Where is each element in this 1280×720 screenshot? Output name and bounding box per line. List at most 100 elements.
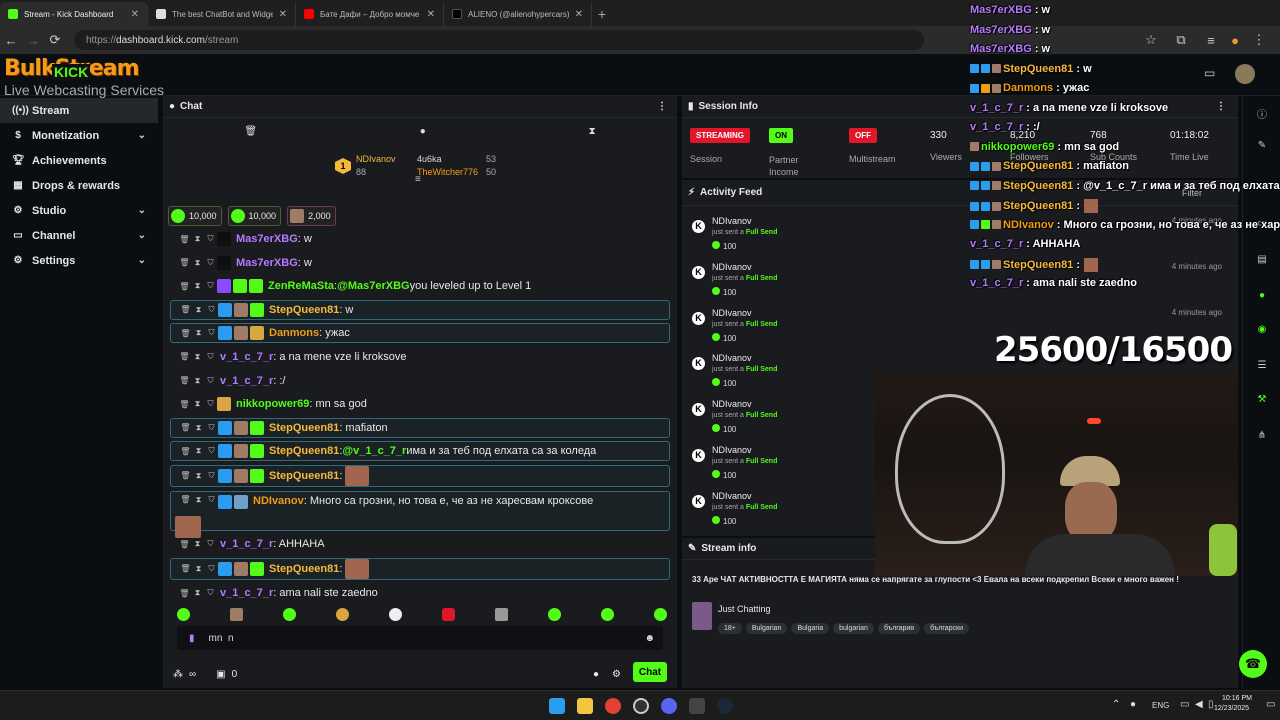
broadcast-icon[interactable]: ◉	[1255, 324, 1269, 338]
chat-username[interactable]: v_1_c_7_r	[220, 587, 273, 599]
list-icon[interactable]: ☰	[1255, 360, 1269, 374]
sidebar-item-channel[interactable]: ▭ Channel ⌄	[0, 223, 158, 248]
chrome-icon[interactable]	[605, 698, 621, 714]
notes-icon[interactable]: ▤	[1255, 254, 1269, 268]
chat-message[interactable]: 🗑︎ ⧗ ⛉ StepQueen81: mafiaton	[170, 417, 670, 438]
activity-user[interactable]: NDIvanov	[712, 308, 752, 318]
activity-user[interactable]: NDIvanov	[712, 216, 752, 226]
chat-username[interactable]: StepQueen81	[269, 563, 339, 575]
delete-message-icon[interactable]: 🗑︎	[178, 258, 191, 267]
activity-user[interactable]: NDIvanov	[712, 491, 752, 501]
steam-icon[interactable]	[717, 698, 733, 714]
delete-message-icon[interactable]: 🗑︎	[179, 495, 192, 504]
expand-leaderboard-icon[interactable]: ≡	[415, 174, 421, 185]
chat-message[interactable]: 🗑︎ ⧗ ⛉ StepQueen81: w	[170, 299, 670, 320]
activity-user[interactable]: NDIvanov	[712, 399, 752, 409]
ban-shield-icon[interactable]: ⛉	[205, 495, 218, 505]
timeout-icon[interactable]: ⧗	[192, 471, 205, 481]
trash-icon[interactable]: 🗑︎	[244, 126, 257, 137]
ban-shield-icon[interactable]: ⛉	[204, 588, 217, 598]
hourglass-icon[interactable]: ⧗	[589, 126, 596, 137]
delete-message-icon[interactable]: 🗑︎	[178, 282, 191, 291]
gift-badge[interactable]: 10,000	[168, 206, 222, 226]
timeout-icon[interactable]: ⧗	[191, 281, 204, 291]
gift-badge[interactable]: 10,000	[227, 206, 282, 226]
ban-shield-icon[interactable]: ⛉	[204, 376, 217, 386]
chat-message[interactable]: 🗑︎ ⧗ ⛉ v_1_c_7_r: AHHAHA	[170, 534, 670, 554]
ban-shield-icon[interactable]: ⛉	[205, 446, 218, 456]
delete-message-icon[interactable]: 🗑︎	[179, 447, 192, 456]
terminal-icon[interactable]	[689, 698, 705, 714]
network-icon[interactable]: ▭	[1180, 699, 1189, 710]
timeout-icon[interactable]: ⧗	[191, 258, 204, 268]
chat-message[interactable]: 🗑︎ ⧗ ⛉ nikkopower69: mn sa god	[170, 394, 670, 414]
tray-chevron-icon[interactable]: ⌃	[1112, 699, 1120, 710]
windows-start-icon[interactable]	[549, 698, 565, 714]
tab-tiktok[interactable]: ALIENO (@alienohypercars) | Ti... ✕	[444, 2, 592, 26]
tab-youtube[interactable]: Бате Дафи – Добро момче (Dis... ✕	[296, 2, 444, 26]
chat-username[interactable]: NDIvanov	[253, 495, 304, 507]
language-indicator[interactable]: ENG	[1152, 701, 1169, 710]
tray-app-icon[interactable]: ●	[1130, 699, 1136, 710]
chat-username[interactable]: StepQueen81	[269, 422, 339, 434]
chat-message[interactable]: 🗑︎ ⧗ ⛉ NDIvanov: Много са грозни, но това е…	[170, 490, 670, 538]
volume-icon[interactable]: ◀︎	[1195, 699, 1203, 710]
sidebar-item-stream[interactable]: ((•)) Stream	[0, 98, 158, 123]
sidebar-item-settings[interactable]: ⚙ Settings ⌄	[0, 248, 158, 273]
close-tab-icon[interactable]: ✕	[279, 9, 287, 20]
close-tab-icon[interactable]: ✕	[427, 9, 435, 20]
bookmark-star-icon[interactable]: ☆	[1140, 32, 1162, 48]
forward-icon[interactable]: →	[22, 33, 44, 48]
timeout-icon[interactable]: ⧗	[191, 376, 204, 386]
chat-message[interactable]: 🗑︎ ⧗ ⛉ Mas7erXBG: w	[170, 253, 670, 273]
chat-username[interactable]: v_1_c_7_r	[220, 538, 273, 550]
timeout-icon[interactable]: ⧗	[192, 564, 205, 574]
timeout-icon[interactable]: ⧗	[192, 423, 205, 433]
sidebar-item-drops[interactable]: ▦ Drops & rewards	[0, 173, 158, 198]
delete-message-icon[interactable]: 🗑︎	[179, 305, 192, 314]
chat-username[interactable]: Mas7erXBG	[236, 257, 298, 269]
cast-icon[interactable]: ▭	[1204, 66, 1215, 80]
activity-user[interactable]: NDIvanov	[712, 262, 752, 272]
activity-item[interactable]: K NDIvanov just sent a Full Send 100 4 minut…	[692, 262, 1232, 302]
chat-message[interactable]: 🗑︎ ⧗ ⛉ Danmons: ужас	[170, 323, 670, 344]
activity-user[interactable]: NDIvanov	[712, 445, 752, 455]
obs-icon[interactable]	[633, 698, 649, 714]
edit-icon[interactable]: ✎	[1255, 140, 1269, 154]
timeout-icon[interactable]: ⧗	[191, 234, 204, 244]
chat-message[interactable]: 🗑︎ ⧗ ⛉ StepQueen81:	[170, 557, 670, 580]
chat-message[interactable]: 🗑︎ ⧗ ⛉ Mas7erXBG: w	[170, 229, 670, 249]
chat-username[interactable]: v_1_c_7_r	[220, 351, 273, 363]
chat-username[interactable]: nikkopower69	[236, 398, 309, 410]
ban-shield-icon[interactable]: ⛉	[204, 352, 217, 362]
ban-shield-icon[interactable]: ⛉	[205, 564, 218, 574]
support-chat-button[interactable]: ☎︎	[1239, 650, 1267, 678]
chat-message[interactable]: 🗑︎ ⧗ ⛉ v_1_c_7_r: ama nali ste zaedno	[170, 583, 670, 603]
delete-message-icon[interactable]: 🗑︎	[179, 564, 192, 573]
delete-message-icon[interactable]: 🗑︎	[178, 400, 191, 409]
ban-shield-icon[interactable]: ⛉	[204, 539, 217, 549]
chat-message[interactable]: 🗑︎ ⧗ ⛉ v_1_c_7_r: :/	[170, 371, 670, 391]
close-tab-icon[interactable]: ✕	[131, 9, 139, 20]
file-explorer-icon[interactable]	[577, 698, 593, 714]
stream-tag[interactable]: българия	[877, 623, 921, 634]
delete-message-icon[interactable]: 🗑︎	[179, 423, 192, 432]
chat-username[interactable]: StepQueen81	[269, 470, 339, 482]
timeout-icon[interactable]: ⧗	[192, 446, 205, 456]
profile-avatar[interactable]: ●	[1224, 33, 1246, 48]
chat-username[interactable]: Mas7erXBG	[236, 233, 298, 245]
session-menu-icon[interactable]: ⋮	[1216, 101, 1226, 112]
chat-mention[interactable]: @Mas7erXBG	[337, 280, 409, 292]
timeout-icon[interactable]: ⧗	[191, 399, 204, 409]
delete-message-icon[interactable]: 🗑︎	[178, 235, 191, 244]
stream-tag[interactable]: bulgarian	[833, 623, 874, 634]
chat-username[interactable]: StepQueen81	[269, 304, 339, 316]
user-avatar[interactable]	[1235, 64, 1255, 84]
browser-menu-icon[interactable]: ⋮	[1248, 32, 1270, 48]
timeout-icon[interactable]: ⧗	[192, 495, 205, 505]
sidebar-item-achievements[interactable]: 🏆︎ Achievements	[0, 148, 158, 173]
chat-mention[interactable]: @v_1_c_7_r	[342, 445, 406, 457]
chat-username[interactable]: v_1_c_7_r	[220, 375, 273, 387]
stream-tag[interactable]: Bulgarian	[745, 623, 788, 634]
delete-message-icon[interactable]: 🗑︎	[178, 589, 191, 598]
